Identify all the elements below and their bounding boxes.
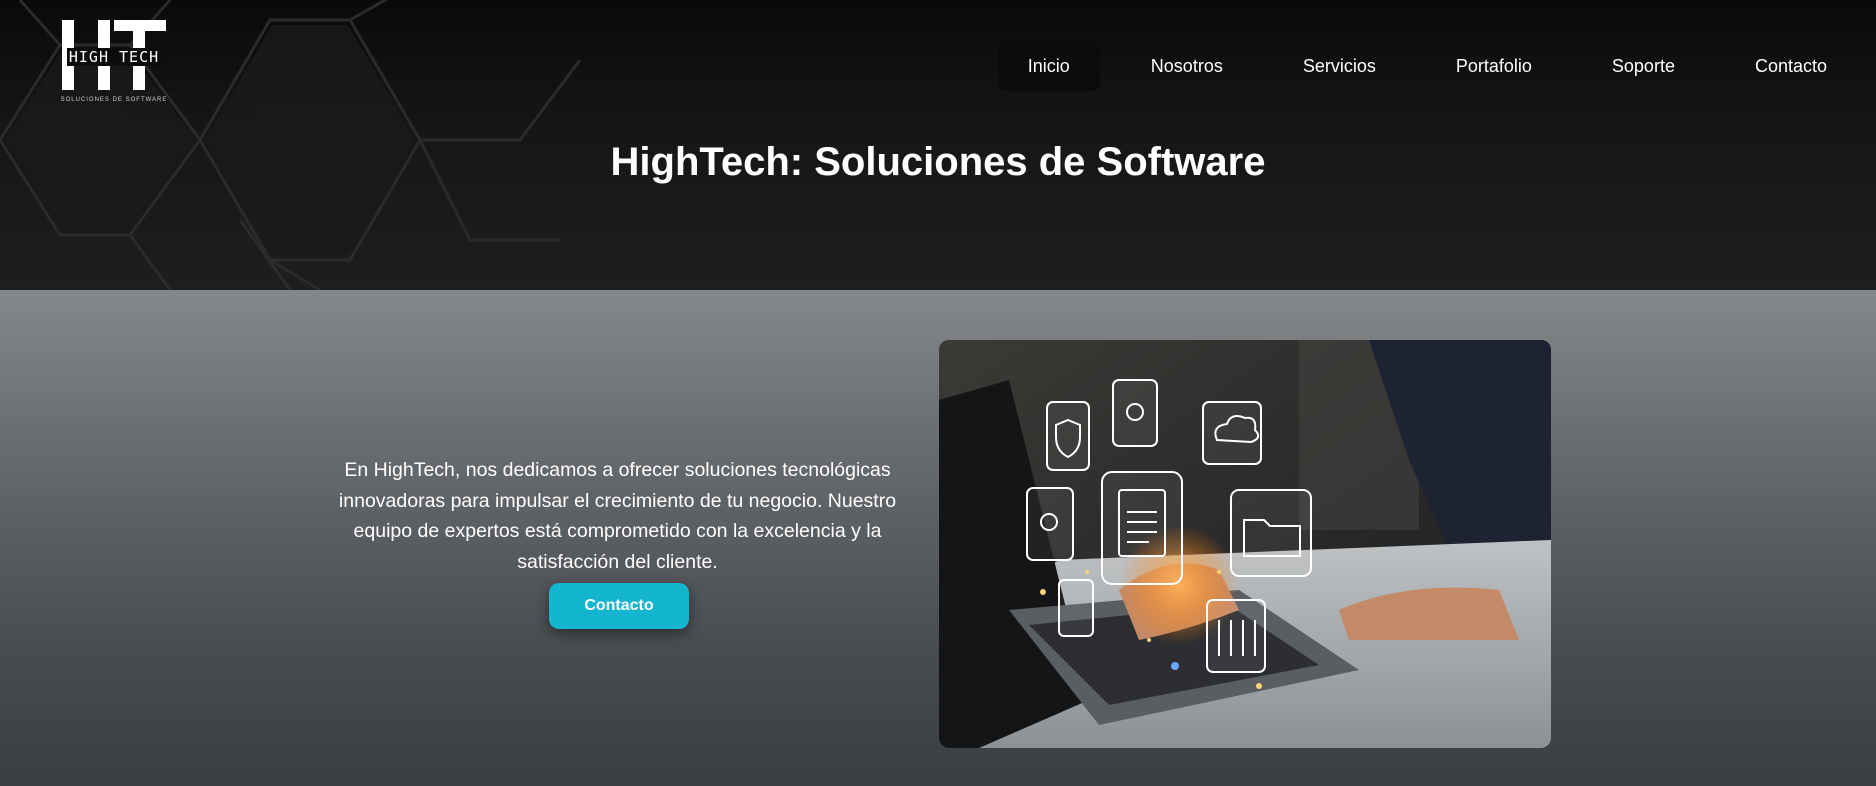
- intro-text: En HighTech, nos dedicamos a ofrecer sol…: [338, 459, 897, 573]
- hero-image: [939, 340, 1551, 748]
- logo-subtitle: SOLUCIONES DE SOFTWARE: [60, 97, 168, 103]
- lock-shield-icon: [1046, 401, 1090, 471]
- nav-item-portafolio[interactable]: Portafolio: [1427, 41, 1561, 91]
- nav-item-inicio[interactable]: Inicio: [997, 41, 1100, 91]
- nav-item-soporte[interactable]: Soporte: [1583, 41, 1704, 91]
- gears-icon: [1112, 379, 1158, 447]
- binders-icon: [1206, 599, 1266, 673]
- nav-item-nosotros[interactable]: Nosotros: [1122, 41, 1252, 91]
- intro-section: En HighTech, nos dedicamos a ofrecer sol…: [0, 290, 1876, 786]
- main-nav: Inicio Nosotros Servicios Portafolio Sop…: [997, 41, 1856, 91]
- contact-button[interactable]: Contacto: [549, 583, 689, 629]
- logo[interactable]: HIGH TECH SOLUCIONES DE SOFTWARE: [52, 18, 176, 108]
- page-title: HighTech: Soluciones de Software: [610, 140, 1266, 184]
- user-icon: [1058, 579, 1094, 637]
- nav-item-servicios[interactable]: Servicios: [1274, 41, 1405, 91]
- document-icon: [1101, 471, 1183, 585]
- search-file-icon: [1026, 487, 1074, 561]
- cloud-download-icon: [1202, 401, 1262, 465]
- logo-title: HIGH TECH: [66, 48, 162, 66]
- nav-item-contacto[interactable]: Contacto: [1726, 41, 1856, 91]
- site-header: HIGH TECH SOLUCIONES DE SOFTWARE Inicio …: [0, 0, 1876, 290]
